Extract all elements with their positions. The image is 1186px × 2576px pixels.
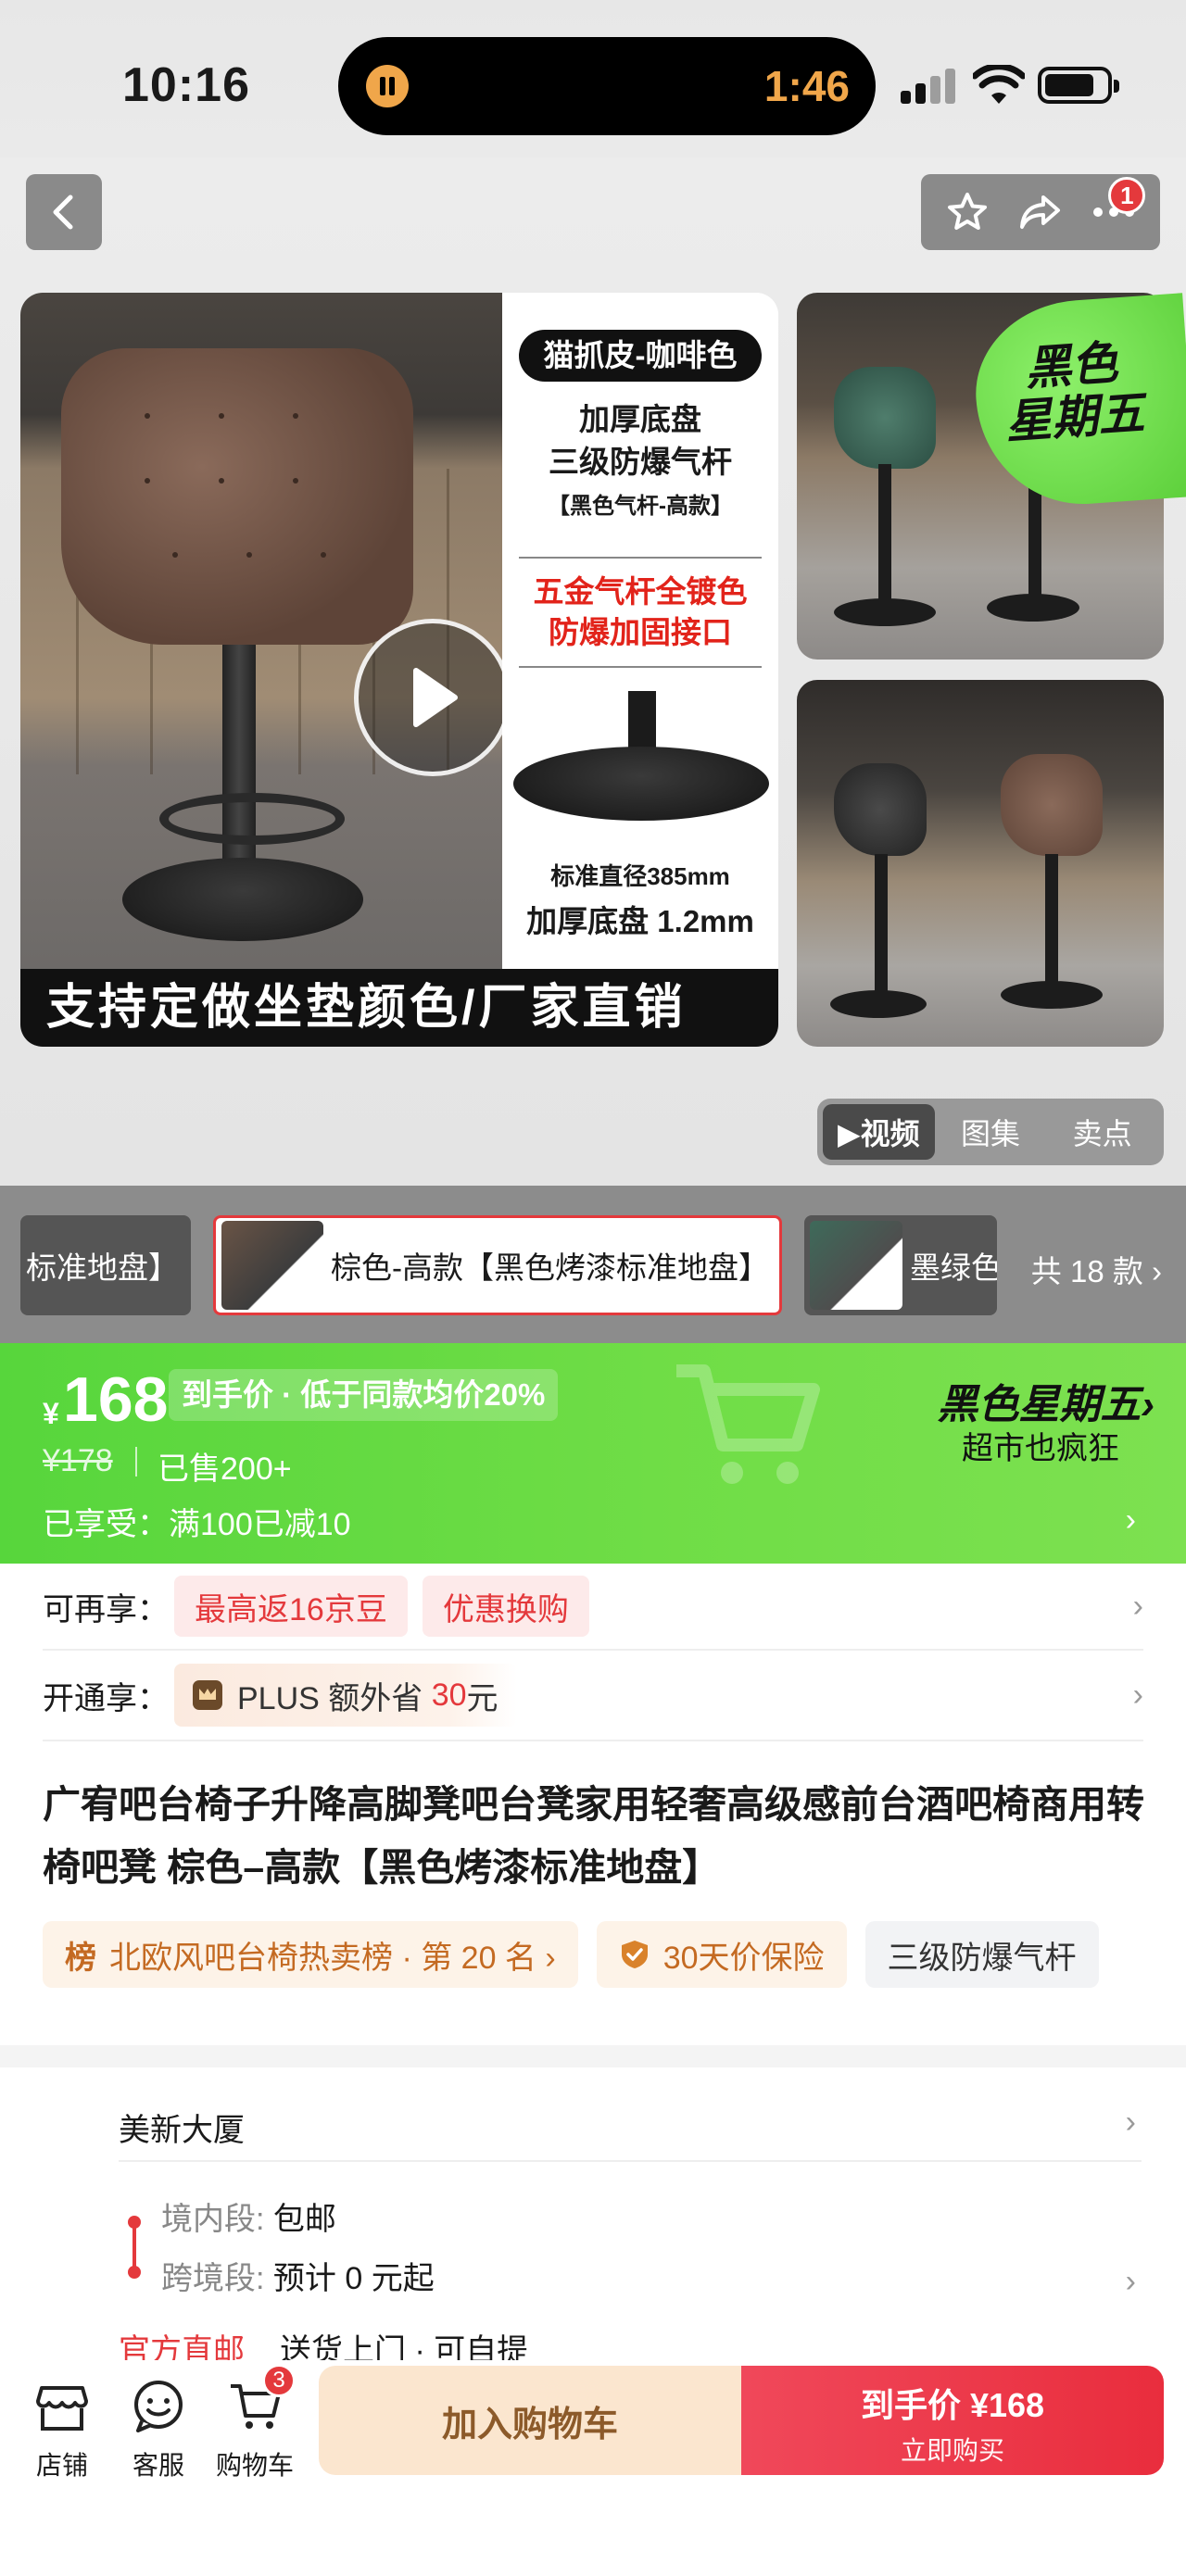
plus-membership-chip[interactable]: PLUS 额外省 30 元 — [174, 1664, 517, 1727]
campaign-title[interactable]: 黑色星期五› — [937, 1371, 1154, 1430]
tab-selling-points[interactable]: 卖点 — [1046, 1104, 1158, 1160]
spec-note: 【黑色气杆-高款】 — [548, 494, 733, 519]
chevron-right-icon[interactable]: › — [1133, 1589, 1143, 1625]
variant-option[interactable]: 墨绿色 — [804, 1215, 997, 1315]
variant-option[interactable]: 标准地盘】 — [20, 1215, 191, 1315]
cart-count-badge: 3 — [262, 2364, 296, 2397]
chevron-right-icon[interactable]: › — [1126, 2105, 1136, 2141]
store-button[interactable]: 店铺 — [20, 2379, 104, 2482]
battery-icon — [1038, 67, 1119, 104]
ranking-tag[interactable]: 榜 北欧风吧台椅热卖榜 · 第 20 名 › — [43, 1921, 578, 1988]
notification-badge: 1 — [1108, 177, 1146, 214]
cart-button[interactable]: 3 购物车 — [213, 2364, 296, 2482]
chair-base-image — [513, 691, 769, 830]
shield-check-icon — [621, 1941, 648, 1968]
back-button[interactable] — [26, 174, 102, 250]
clock: 10:16 — [122, 58, 250, 112]
back-icon — [53, 195, 73, 230]
spec-highlight: 五金气杆全镀色 — [533, 574, 748, 609]
plus-crown-icon — [193, 1680, 222, 1710]
customer-service-button[interactable]: 客服 — [117, 2379, 200, 2482]
current-price: 168 — [63, 1364, 169, 1435]
thumbnail-image-two-chairs[interactable] — [797, 680, 1164, 1047]
dynamic-island[interactable]: 1:46 — [338, 37, 876, 135]
feature-tag[interactable]: 三级防爆气杆 — [864, 1921, 1099, 1988]
top-action-group: 1 — [921, 174, 1160, 250]
add-to-cart-button[interactable]: 加入购物车 — [319, 2366, 741, 2475]
favorite-button[interactable] — [940, 184, 995, 240]
benefit-row-extra[interactable]: 可再享： 最高返16京豆 优惠换购 › — [43, 1573, 1143, 1640]
spec-line: 加厚底盘 — [579, 402, 701, 436]
main-product-image[interactable]: 猫抓皮-咖啡色 加厚底盘 三级防爆气杆 【黑色气杆-高款】 五金气杆全镀色 防爆… — [20, 293, 778, 1047]
variant-count-link[interactable]: 共 18 款 › — [1031, 1247, 1162, 1291]
delivery-timeline — [128, 2216, 141, 2279]
benefit-row-plus[interactable]: 开通享： PLUS 额外省 30 元 › — [43, 1662, 1143, 1728]
original-price: ¥178 — [43, 1443, 113, 1478]
price-banner[interactable]: ¥ 168 到手价 · 低于同款均价20% ¥178 已售200+ 已享受：满1… — [0, 1343, 1186, 1564]
cellular-signal-icon — [901, 67, 958, 104]
variant-thumbnail — [221, 1221, 323, 1310]
jd-beans-chip[interactable]: 最高返16京豆 — [174, 1576, 408, 1637]
share-button[interactable] — [1013, 184, 1068, 240]
spec-thickness: 加厚底盘 1.2mm — [526, 904, 754, 938]
price-protection-tag[interactable]: 30天价保险 — [596, 1921, 847, 1988]
spec-line: 三级防爆气杆 — [549, 445, 732, 479]
cart-watermark-icon — [676, 1364, 820, 1484]
tab-video[interactable]: ▶视频 — [823, 1104, 935, 1160]
delivery-address[interactable]: 美新大厦 — [119, 2105, 245, 2150]
chevron-right-icon[interactable]: › — [1126, 1502, 1136, 1539]
play-icon — [413, 668, 458, 727]
campaign-subtitle: 超市也疯狂 — [962, 1431, 1119, 1466]
tab-gallery[interactable]: 图集 — [935, 1104, 1047, 1160]
star-icon — [947, 193, 987, 230]
rank-icon: 榜 — [65, 1940, 96, 1976]
trade-in-chip[interactable]: 优惠换购 — [422, 1576, 589, 1637]
chair-seat-image — [61, 348, 413, 645]
color-badge: 猫抓皮-咖啡色 — [519, 330, 762, 382]
spec-panel: 猫抓皮-咖啡色 加厚底盘 三级防爆气杆 【黑色气杆-高款】 五金气杆全镀色 防爆… — [502, 293, 778, 969]
delivery-card[interactable]: 美新大厦 › 境内段: 包邮 跨境段: 预计 0 元起 › 官方直邮 送货上门 … — [0, 2045, 1186, 2369]
play-video-button[interactable] — [354, 619, 511, 776]
bottom-action-bar: 店铺 客服 3 购物车 加入购物车 到手价 ¥168 立即购买 — [0, 2360, 1186, 2576]
product-title: 广宥吧台椅子升降高脚凳吧台凳家用轻奢高级感前台酒吧椅商用转椅吧凳 棕色–高款【黑… — [43, 1783, 1144, 1889]
media-tab-bar: ▶视频 图集 卖点 — [817, 1099, 1164, 1165]
status-bar: 10:16 1:46 — [0, 0, 1186, 157]
price-tag: 到手价 · 低于同款均价20% — [169, 1369, 559, 1421]
chevron-right-icon[interactable]: › — [1133, 1678, 1143, 1714]
product-info-card: 可再享： 最高返16京豆 优惠换购 › 开通享： PLUS 额外省 30 元 ›… — [0, 1564, 1186, 2045]
sold-count: 已售200+ — [158, 1451, 292, 1487]
buy-now-button[interactable]: 到手价 ¥168 立即购买 — [741, 2366, 1164, 2475]
chat-smile-icon — [134, 2381, 183, 2432]
domestic-shipping: 境内段: 包邮 — [161, 2202, 336, 2237]
product-tags: 榜 北欧风吧台椅热卖榜 · 第 20 名 › 30天价保险 三级防爆气杆 — [43, 1921, 1186, 1988]
spec-diameter: 标准直径385mm — [550, 862, 730, 890]
chevron-right-icon[interactable]: › — [1126, 2264, 1136, 2300]
variant-option-selected[interactable]: 棕色-高款【黑色烤漆标准地盘】 — [213, 1215, 782, 1315]
share-icon — [1019, 195, 1060, 229]
variant-selector: 标准地盘】 棕色-高款【黑色烤漆标准地盘】 墨绿色 共 18 款 › — [0, 1186, 1186, 1343]
applied-discount: 已享受：满100已减10 — [43, 1507, 351, 1542]
cross-border-shipping: 跨境段: 预计 0 元起 — [161, 2261, 435, 2296]
image-caption: 支持定做坐垫颜色/厂家直销 — [20, 969, 778, 1047]
variant-thumbnail — [810, 1221, 902, 1310]
island-timer: 1:46 — [763, 62, 850, 110]
pause-icon[interactable] — [366, 65, 409, 107]
currency-symbol: ¥ — [43, 1397, 59, 1430]
more-button[interactable]: 1 — [1086, 177, 1146, 240]
store-icon — [36, 2386, 88, 2431]
spec-highlight: 防爆加固接口 — [549, 615, 732, 649]
product-gallery[interactable]: 1 猫抓皮-咖啡色 加厚底盘 三级防爆气杆 【黑色气杆-高款】 五金气杆全镀色 … — [0, 157, 1186, 1186]
wifi-icon — [973, 65, 1025, 104]
